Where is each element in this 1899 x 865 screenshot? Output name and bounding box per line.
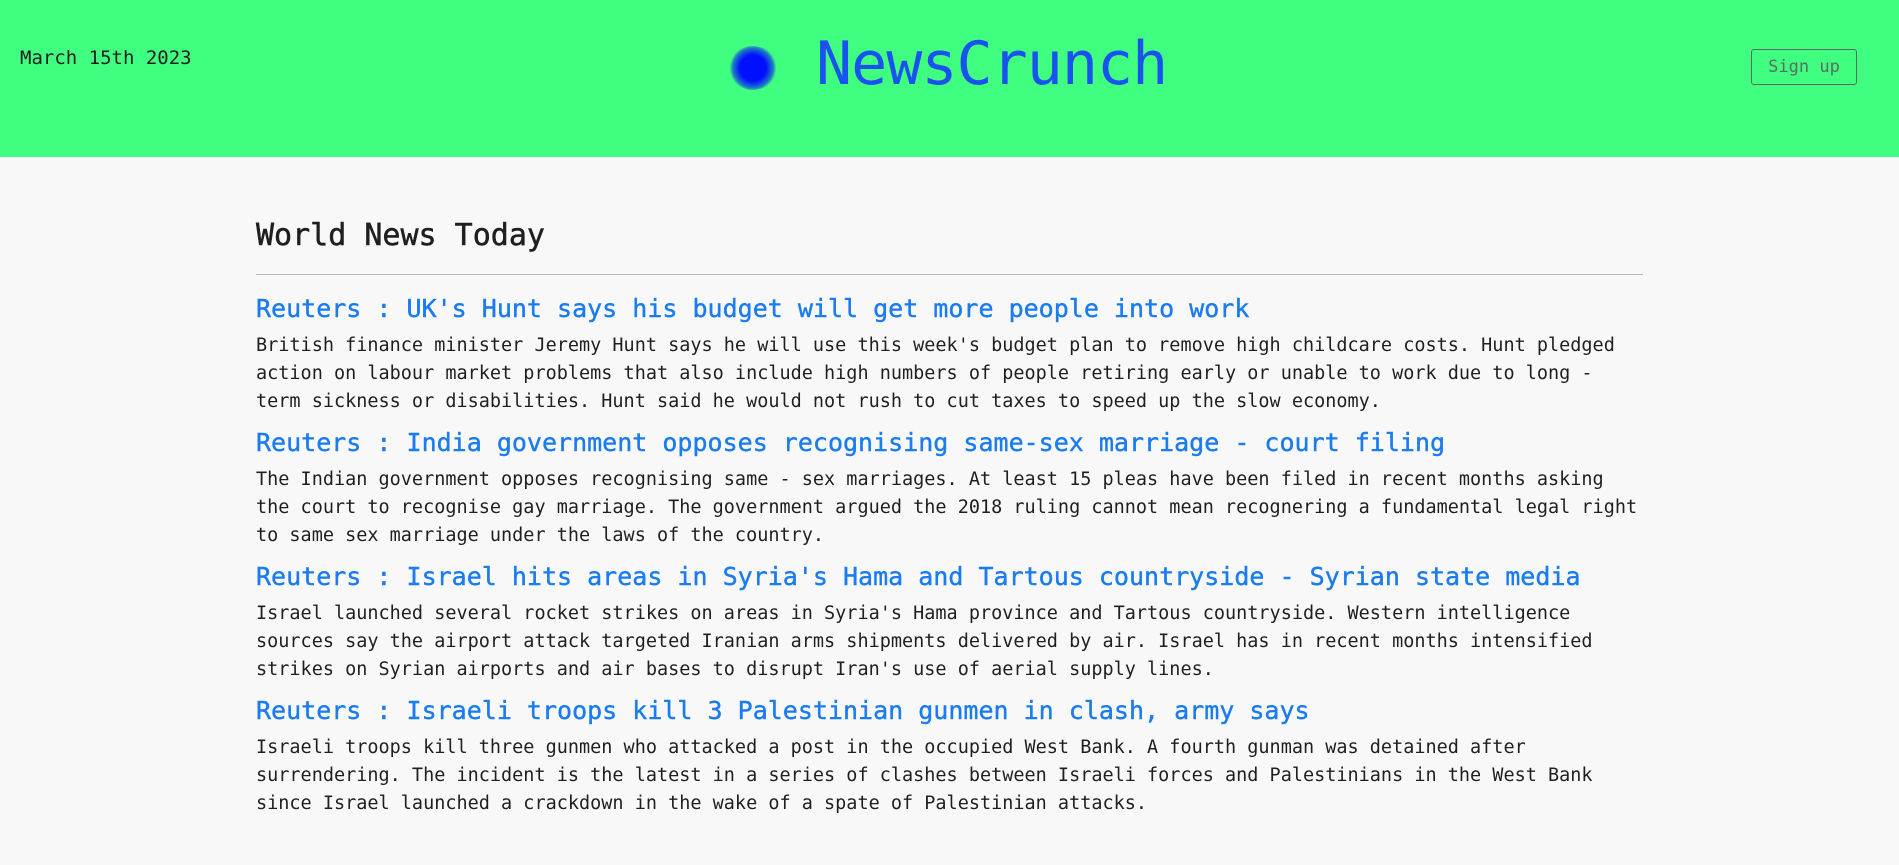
article-headline-link[interactable]: Reuters : Israel hits areas in Syria's H… (256, 558, 1643, 596)
news-article: Reuters : Israeli troops kill 3 Palestin… (256, 692, 1643, 818)
news-article: Reuters : UK's Hunt says his budget will… (256, 290, 1643, 416)
signup-button[interactable]: Sign up (1751, 49, 1857, 85)
news-article: Reuters : India government opposes recog… (256, 424, 1643, 550)
site-brand[interactable]: NewsCrunch (816, 28, 1168, 100)
news-section: World News Today Reuters : UK's Hunt say… (256, 210, 1643, 826)
section-divider (256, 274, 1643, 275)
article-summary: Israel launched several rocket strikes o… (256, 603, 1593, 680)
site-header: March 15th 2023 NewsCrunch Sign up (0, 0, 1899, 157)
article-summary: Israeli troops kill three gunmen who att… (256, 737, 1593, 814)
article-headline-link[interactable]: Reuters : India government opposes recog… (256, 424, 1643, 462)
current-date: March 15th 2023 (20, 47, 192, 69)
article-headline-link[interactable]: Reuters : UK's Hunt says his budget will… (256, 290, 1643, 328)
logo-dot-icon (729, 46, 777, 90)
section-title: World News Today (256, 218, 545, 254)
article-summary: The Indian government opposes recognisin… (256, 469, 1638, 546)
news-article: Reuters : Israel hits areas in Syria's H… (256, 558, 1643, 684)
article-headline-link[interactable]: Reuters : Israeli troops kill 3 Palestin… (256, 692, 1643, 730)
article-summary: British finance minister Jeremy Hunt say… (256, 335, 1615, 412)
